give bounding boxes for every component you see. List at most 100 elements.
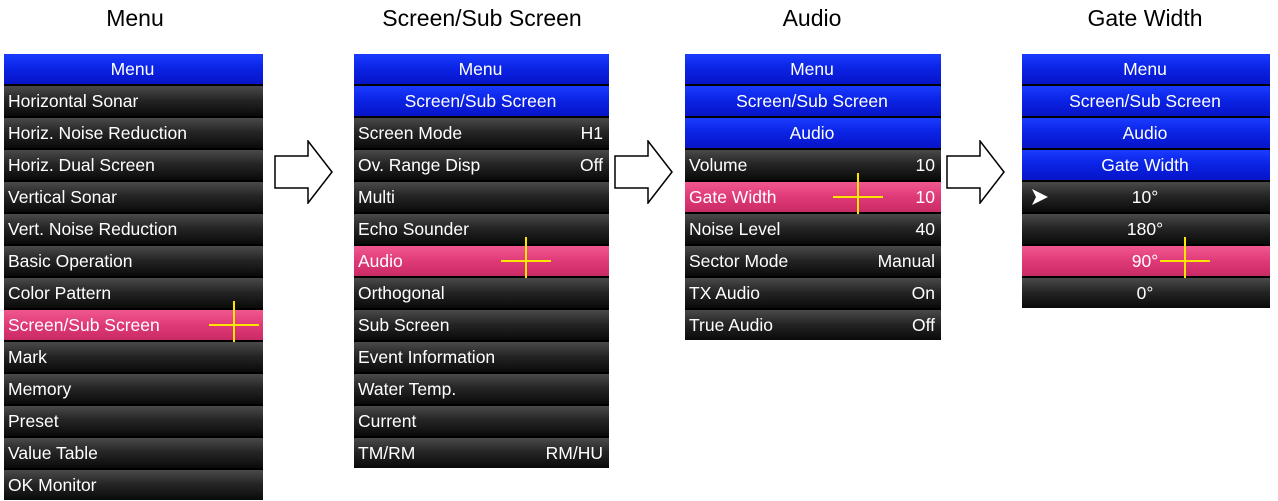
submenu-header-title: Screen/Sub Screen: [1069, 90, 1221, 111]
audio-header-title: Audio: [1122, 122, 1168, 143]
menu-item-audio[interactable]: Audio: [354, 237, 609, 285]
menu-item-ok-monitor[interactable]: OK Monitor: [4, 470, 263, 500]
menu-item-value: 10: [915, 186, 935, 207]
menu-item-value: Manual: [877, 250, 935, 271]
menu-header: Menu: [4, 54, 263, 84]
menu-item-label: Vertical Sonar: [8, 186, 117, 207]
submenu-header: Screen/Sub Screen: [685, 86, 941, 116]
menu-item-memory[interactable]: Memory: [4, 374, 263, 404]
menu-item-label: Multi: [358, 186, 395, 207]
menu-item-true-audio[interactable]: True Audio Off: [685, 310, 941, 340]
menu-item-screen-mode[interactable]: Screen Mode H1: [354, 118, 609, 148]
menu-item-label: Noise Level: [689, 218, 781, 239]
menu-item-label: Ov. Range Disp: [358, 154, 481, 175]
menu-item-label: Sector Mode: [689, 250, 789, 271]
menu-item-preset[interactable]: Preset: [4, 406, 263, 436]
submenu-header-title: Screen/Sub Screen: [736, 90, 888, 111]
menu-item-label: Preset: [8, 410, 59, 431]
submenu-header-title: Screen/Sub Screen: [404, 90, 557, 111]
menu-item-label: TM/RM: [358, 442, 416, 463]
gate-width-header-title: Gate Width: [1101, 154, 1189, 175]
menu-item-orthogonal[interactable]: Orthogonal: [354, 278, 609, 308]
menu-item-vertical-sonar[interactable]: Vertical Sonar: [4, 182, 263, 212]
menu-item-label: Gate Width: [689, 186, 777, 207]
caption-screen-sub-screen: Screen/Sub Screen: [382, 5, 582, 31]
menu-item-horizontal-sonar[interactable]: Horizontal Sonar: [4, 86, 263, 116]
menu-item-multi[interactable]: Multi: [354, 182, 609, 212]
menu-item-label: Value Table: [8, 442, 98, 463]
menu-header: Menu: [354, 54, 609, 84]
menu-header: Menu: [685, 54, 941, 84]
menu-item-horiz-dual-screen[interactable]: Horiz. Dual Screen: [4, 150, 263, 180]
menu-item-label: Horiz. Dual Screen: [8, 154, 155, 175]
menu-item-event-information[interactable]: Event Information: [354, 342, 609, 372]
menu-item-value: 10: [915, 154, 935, 175]
menu-header-title: Menu: [458, 58, 503, 79]
audio-header: Audio: [1022, 118, 1270, 148]
menu-item-gate-width[interactable]: Gate Width 10: [685, 173, 941, 221]
menu-item-sector-mode[interactable]: Sector Mode Manual: [685, 246, 941, 276]
menu-item-volume[interactable]: Volume 10: [685, 150, 941, 180]
menu-item-color-pattern[interactable]: Color Pattern: [4, 278, 263, 308]
menu-item-label: Memory: [8, 378, 72, 399]
menu-item-label: OK Monitor: [8, 474, 97, 495]
option-label: 10°: [1131, 186, 1159, 207]
menu-item-label: Screen/Sub Screen: [8, 314, 160, 335]
menu-item-label: Color Pattern: [8, 282, 112, 303]
option-90-degrees[interactable]: 90°: [1022, 237, 1270, 285]
gate-width-header: Gate Width: [1022, 150, 1270, 180]
menu-item-horiz-noise-reduction[interactable]: Horiz. Noise Reduction: [4, 118, 263, 148]
submenu-header: Screen/Sub Screen: [354, 86, 609, 116]
menu-header-title: Menu: [110, 58, 155, 79]
menu-item-label: Horiz. Noise Reduction: [8, 122, 187, 143]
menu-item-label: Current: [358, 410, 417, 431]
menu-header-title: Menu: [790, 58, 834, 79]
menu-header-title: Menu: [1123, 58, 1167, 79]
menu-item-label: Audio: [358, 250, 403, 271]
caption-menu: Menu: [106, 5, 164, 31]
menu-item-tx-audio[interactable]: TX Audio On: [685, 278, 941, 308]
menu-item-label: TX Audio: [689, 282, 761, 303]
menu-item-value: RM/HU: [545, 442, 603, 463]
menu-item-water-temp[interactable]: Water Temp.: [354, 374, 609, 404]
submenu-header: Screen/Sub Screen: [1022, 86, 1270, 116]
menu-item-label: Vert. Noise Reduction: [8, 218, 178, 239]
menu-item-value-table[interactable]: Value Table: [4, 438, 263, 468]
menu-item-label: Water Temp.: [358, 378, 457, 399]
menu-item-basic-operation[interactable]: Basic Operation: [4, 246, 263, 276]
menu-item-label: Event Information: [358, 346, 496, 367]
option-180-degrees[interactable]: 180°: [1022, 214, 1270, 244]
menu-item-label: Volume: [689, 154, 748, 175]
option-label: 0°: [1136, 282, 1154, 303]
menu-item-label: Sub Screen: [358, 314, 450, 335]
menu-item-ov-range-disp[interactable]: Ov. Range Disp Off: [354, 150, 609, 180]
option-0-degrees[interactable]: 0°: [1022, 278, 1270, 308]
menu-item-value: H1: [580, 122, 603, 143]
menu-item-label: True Audio: [689, 314, 773, 335]
option-label: 90°: [1131, 250, 1159, 271]
menu-item-sub-screen[interactable]: Sub Screen: [354, 310, 609, 340]
screen-sub-screen-panel: Menu Screen/Sub Screen Screen Mode H1 Ov.…: [354, 54, 609, 468]
menu-item-screen-sub-screen[interactable]: Screen/Sub Screen: [4, 301, 263, 349]
right-arrow-outline-icon: [946, 140, 1005, 204]
option-10-degrees[interactable]: 10°: [1022, 182, 1270, 212]
menu-item-label: Echo Sounder: [358, 218, 469, 239]
menu-item-value: On: [911, 282, 935, 303]
caption-audio: Audio: [782, 5, 842, 31]
menu-item-current[interactable]: Current: [354, 406, 609, 436]
menu-item-label: Basic Operation: [8, 250, 133, 271]
caption-gate-width: Gate Width: [1087, 5, 1203, 31]
menu-item-noise-level[interactable]: Noise Level 40: [685, 214, 941, 244]
menu-item-tm-rm[interactable]: TM/RM RM/HU: [354, 438, 609, 468]
menu-item-label: Orthogonal: [358, 282, 445, 303]
audio-header: Audio: [685, 118, 941, 148]
audio-header-title: Audio: [789, 122, 835, 143]
menu-item-echo-sounder[interactable]: Echo Sounder: [354, 214, 609, 244]
menu-item-label: Mark: [8, 346, 47, 367]
menu-item-label: Horizontal Sonar: [8, 90, 139, 111]
menu-item-mark[interactable]: Mark: [4, 342, 263, 372]
menu-item-label: Screen Mode: [358, 122, 463, 143]
menu-item-vert-noise-reduction[interactable]: Vert. Noise Reduction: [4, 214, 263, 244]
main-menu-panel: Menu Horizontal Sonar Horiz. Noise Reduc…: [4, 54, 263, 500]
menu-item-value: 40: [915, 218, 935, 239]
